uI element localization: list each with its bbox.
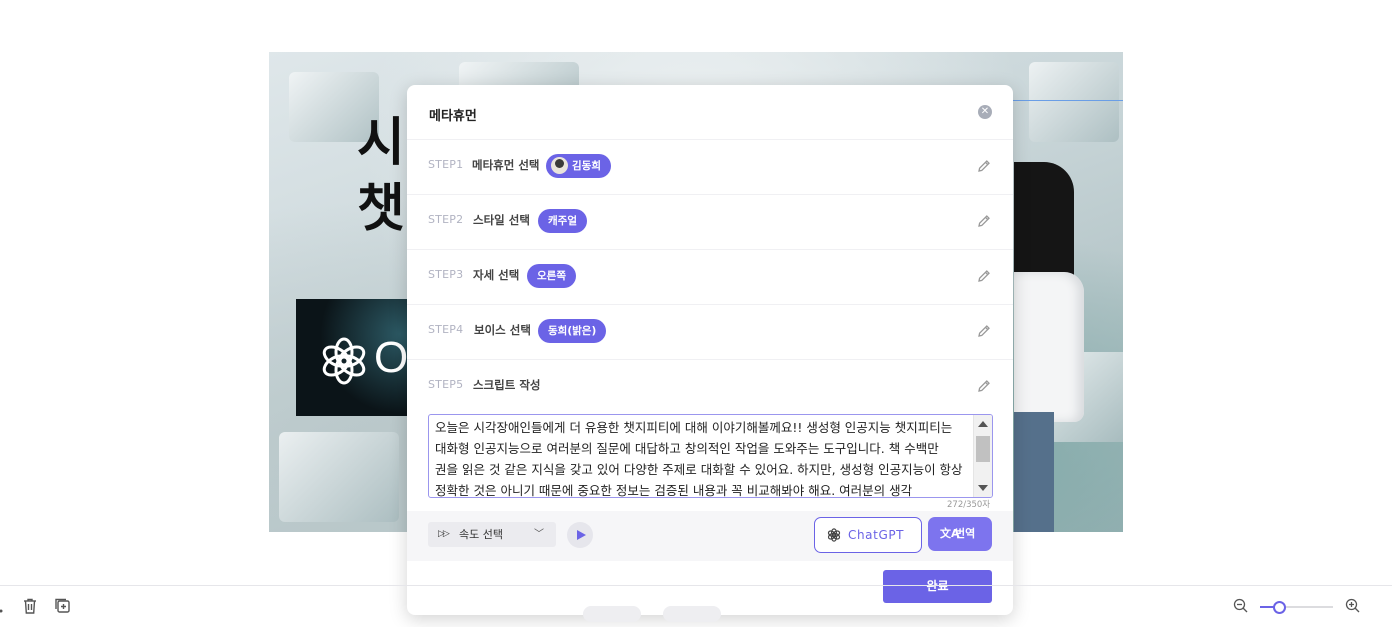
translate-button[interactable]: 文A 번역: [928, 517, 992, 551]
done-button[interactable]: 완료: [883, 570, 992, 603]
add-page-icon[interactable]: [54, 597, 72, 615]
step-number: STEP4: [428, 323, 464, 336]
openai-icon: [322, 337, 366, 385]
close-icon[interactable]: ✕: [978, 105, 992, 119]
zoom-in-icon[interactable]: [1344, 597, 1362, 615]
selected-style-badge: 캐주얼: [538, 209, 587, 233]
step-number: STEP1: [428, 158, 464, 171]
page-thumbnail-tab[interactable]: [583, 606, 641, 622]
zoom-out-icon[interactable]: [1232, 597, 1250, 615]
metahuman-figure: [1014, 162, 1114, 532]
edit-pencil-icon[interactable]: [976, 213, 992, 229]
play-button[interactable]: [567, 522, 593, 548]
step-number: STEP3: [428, 268, 464, 281]
char-counter: 272/350자: [947, 500, 991, 510]
bottom-toolbar-divider: [0, 585, 1392, 586]
step-4-row[interactable]: STEP4 보이스 선택 동희(밝은): [407, 304, 1013, 358]
logo-text: O: [374, 333, 409, 382]
speed-select-label: 속도 선택: [459, 528, 503, 541]
scroll-thumb[interactable]: [976, 436, 990, 462]
step-label: 보이스 선택: [474, 323, 531, 337]
script-textarea[interactable]: 오늘은 시각장애인들에게 더 유용한 챗지피티에 대해 이야기해볼께요!! 생성…: [428, 414, 993, 498]
scroll-down-icon[interactable]: [978, 485, 988, 491]
step-number: STEP5: [428, 378, 464, 391]
slide-title-line1: 시: [357, 113, 405, 173]
modal-title: 메타휴먼: [429, 109, 477, 124]
script-text[interactable]: 오늘은 시각장애인들에게 더 유용한 챗지피티에 대해 이야기해볼께요!! 생성…: [435, 417, 965, 497]
selected-metahuman-badge: 김동희: [546, 154, 611, 178]
partial-icon[interactable]: [0, 597, 10, 615]
edit-pencil-icon[interactable]: [976, 378, 992, 394]
chevron-down-icon: ﹀: [534, 529, 544, 540]
step-label: 스크립트 작성: [473, 378, 541, 392]
step-3-row[interactable]: STEP3 자세 선택 오른쪽: [407, 249, 1013, 303]
script-toolbar: ▷▷ 속도 선택 ﹀ ChatGPT 文A 번역: [407, 511, 1013, 561]
step-5-row[interactable]: STEP5 스크립트 작성: [407, 359, 1013, 413]
trash-icon[interactable]: [21, 597, 39, 615]
metahuman-modal: 메타휴먼 ✕ STEP1 메타휴먼 선택 김동희 STEP2 스타일 선택 캐주…: [407, 85, 1013, 615]
edit-pencil-icon[interactable]: [976, 323, 992, 339]
step-label: 스타일 선택: [473, 213, 530, 227]
speed-select[interactable]: ▷▷ 속도 선택 ﹀: [428, 522, 556, 547]
zoom-slider-handle[interactable]: [1273, 601, 1286, 614]
avatar: [551, 156, 568, 174]
selection-guide-line: [1013, 100, 1123, 101]
chatgpt-button[interactable]: ChatGPT: [814, 517, 922, 553]
edit-pencil-icon[interactable]: [976, 268, 992, 284]
step-number: STEP2: [428, 213, 464, 226]
step-1-row[interactable]: STEP1 메타휴먼 선택 김동희: [407, 139, 1013, 193]
slide-title-line2: 챗: [357, 179, 405, 239]
translate-button-label: 번역: [955, 527, 976, 540]
selected-voice-badge: 동희(밝은): [538, 319, 607, 343]
openai-icon: [827, 528, 841, 542]
scrollbar[interactable]: [973, 415, 992, 497]
page-thumbnail-tab[interactable]: [663, 606, 721, 622]
step-label: 메타휴먼 선택: [472, 158, 540, 172]
selected-pose-badge: 오른쪽: [527, 264, 576, 288]
chatgpt-button-label: ChatGPT: [848, 528, 905, 542]
edit-pencil-icon[interactable]: [976, 158, 992, 174]
step-label: 자세 선택: [473, 268, 520, 282]
scroll-up-icon[interactable]: [978, 421, 988, 427]
step-2-row[interactable]: STEP2 스타일 선택 캐주얼: [407, 194, 1013, 248]
fast-forward-icon: ▷▷: [438, 529, 450, 539]
badge-text: 김동희: [572, 160, 601, 172]
slide-title: 시 챗: [357, 110, 405, 242]
